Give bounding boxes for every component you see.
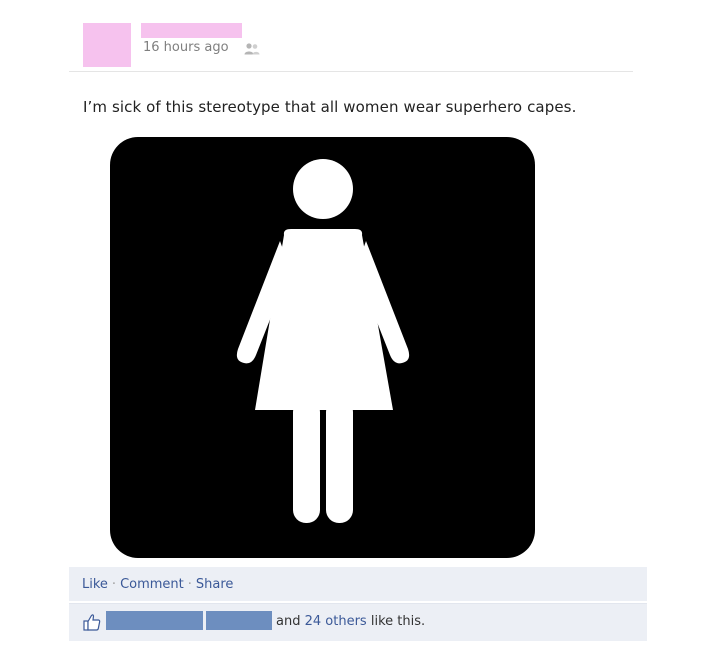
others-link[interactable]: 24 others [305, 614, 367, 629]
author-name-redacted[interactable] [141, 23, 242, 38]
liker-name-redacted[interactable] [106, 611, 203, 630]
post-image[interactable] [110, 137, 535, 558]
separator: · [111, 577, 117, 592]
share-link[interactable]: Share [196, 577, 234, 592]
female-restroom-sign-icon [236, 159, 410, 523]
post-timestamp[interactable]: 16 hours ago [143, 40, 229, 55]
thumbs-up-icon [82, 612, 102, 632]
avatar[interactable] [83, 23, 131, 67]
friends-icon[interactable] [243, 41, 261, 55]
like-link[interactable]: Like [82, 577, 108, 592]
likes-prefix: and [276, 614, 301, 629]
separator: · [187, 577, 192, 592]
status-text: I’m sick of this stereotype that all wom… [83, 98, 577, 116]
likes-summary: and 24 others like this. [276, 614, 425, 629]
likes-suffix: like this. [370, 614, 426, 629]
post-actions: Like · Comment · Share [82, 577, 233, 592]
header-divider [69, 71, 633, 72]
liker-name-redacted[interactable] [206, 611, 272, 630]
comment-link[interactable]: Comment [120, 577, 184, 592]
